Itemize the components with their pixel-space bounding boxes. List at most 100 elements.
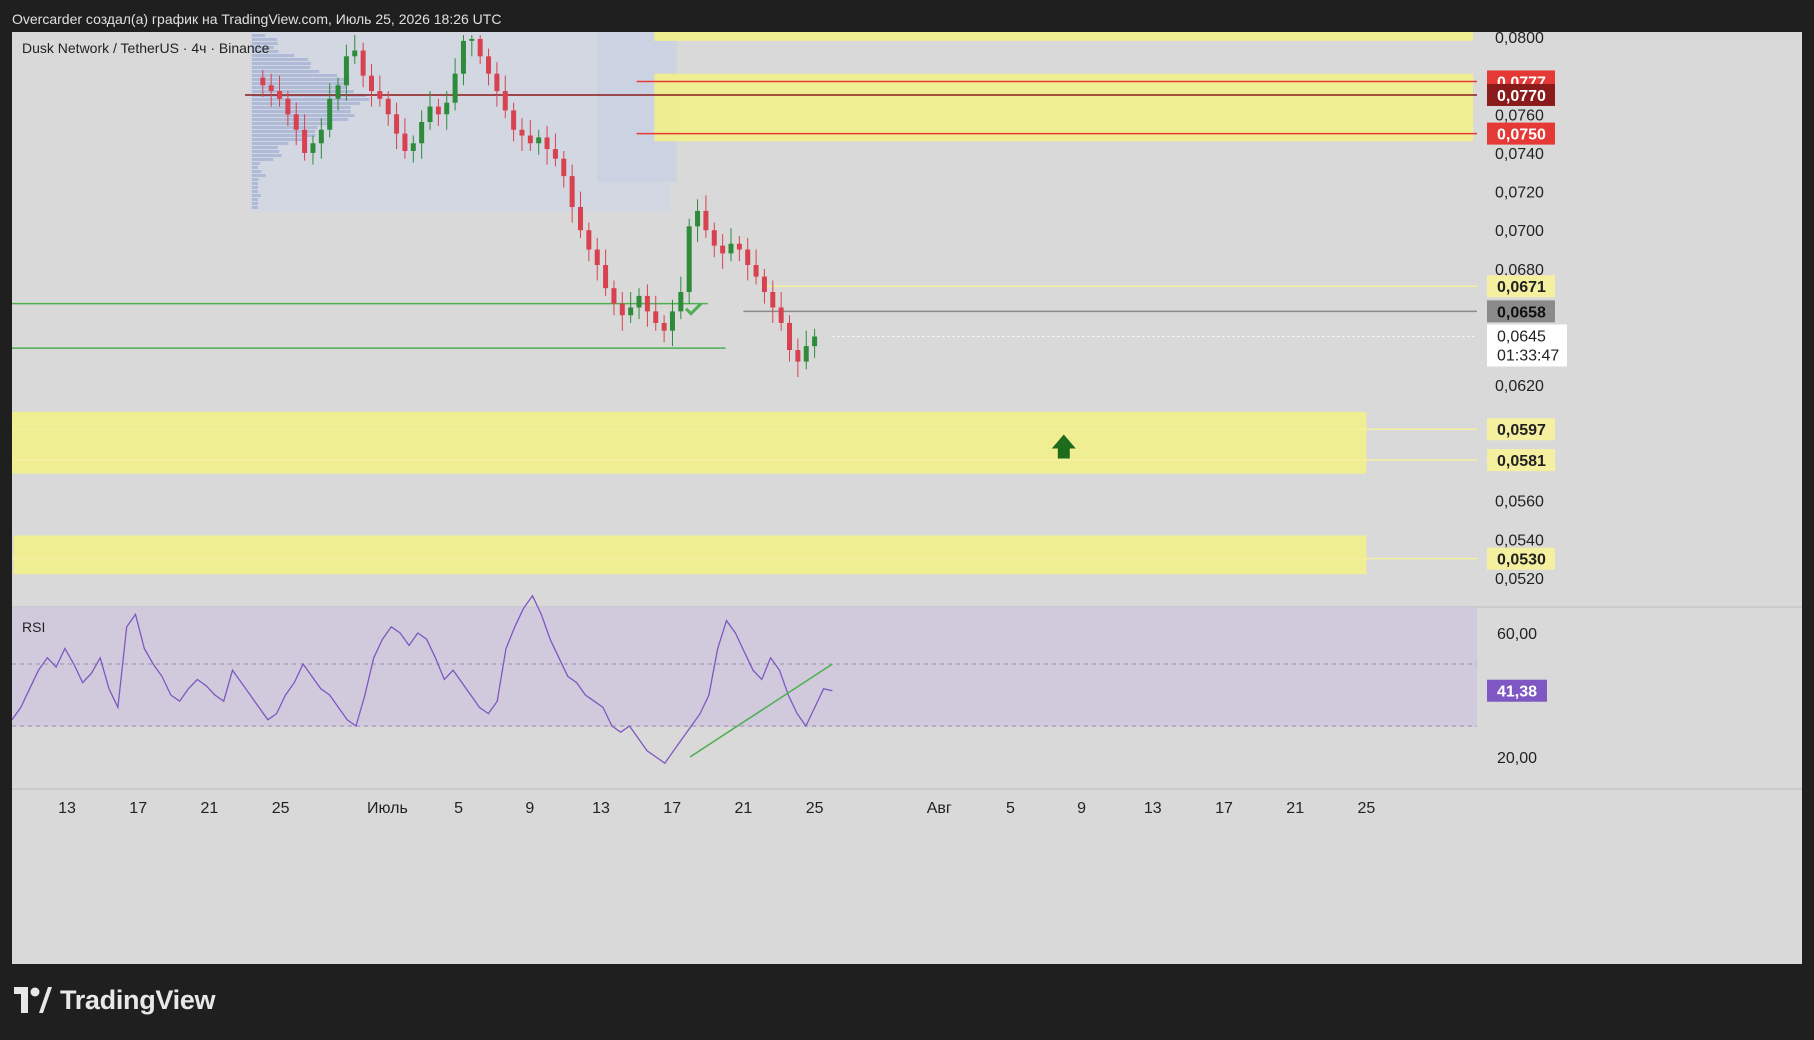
- price-badge-label: 0,0581: [1497, 453, 1546, 470]
- time-tick-label: 21: [735, 800, 753, 817]
- candle-body: [394, 114, 400, 134]
- candle-body: [511, 110, 517, 130]
- volume-profile-bar: [252, 114, 355, 117]
- rsi-tick-label: 60,00: [1497, 626, 1537, 643]
- volume-profile-bar: [252, 106, 351, 109]
- candle-body: [335, 85, 341, 99]
- candle-body: [603, 264, 609, 289]
- tradingview-brand[interactable]: TradingView: [14, 985, 216, 1015]
- volume-profile-bar: [252, 194, 261, 197]
- candle-body: [318, 129, 324, 144]
- resistance-zone: [654, 73, 1474, 142]
- candle-body: [770, 292, 776, 308]
- chart-svg[interactable]: 0,08000,07600,07400,07200,07000,06800,06…: [12, 32, 1802, 964]
- candle-body: [327, 98, 333, 130]
- candle-body: [410, 143, 416, 151]
- candle-body: [611, 288, 617, 304]
- price-badge-label: 0,0770: [1497, 88, 1546, 105]
- volume-profile-bar: [252, 138, 306, 141]
- candle-body: [293, 114, 299, 130]
- price-badge-label: 0,0750: [1497, 127, 1546, 144]
- candle-body: [728, 243, 734, 254]
- chart-frame[interactable]: 0,0800 0,0760 0,0740 0,0720 0,0700 0,0680 0,06…: [12, 32, 1802, 964]
- candle-body: [753, 264, 759, 277]
- price-tick-label: 0,0560: [1495, 494, 1544, 511]
- candle-body: [678, 292, 684, 312]
- volume-profile-bar: [252, 122, 332, 125]
- price-tick-label: 0,0760: [1495, 107, 1544, 124]
- volume-profile-bar: [252, 166, 258, 169]
- candle-body: [352, 50, 358, 57]
- volume-profile-bar: [252, 110, 351, 113]
- price-badge-label: 0,0597: [1497, 422, 1546, 439]
- candle-body: [519, 129, 525, 136]
- candle-body: [636, 295, 642, 308]
- support-zone-upper: [12, 411, 1367, 474]
- candle-body: [452, 73, 458, 103]
- chart-caption: Overcarder создал(а) график на TradingVi…: [12, 11, 502, 27]
- price-tick-label: 0,0520: [1495, 571, 1544, 588]
- time-tick-label: 17: [663, 800, 681, 817]
- time-tick-label: 13: [1144, 800, 1162, 817]
- candle-body: [343, 56, 349, 86]
- candle-body: [569, 176, 575, 208]
- candle-body: [285, 98, 291, 115]
- candle-body: [360, 50, 366, 76]
- price-badge-label: 0,0530: [1497, 552, 1546, 569]
- volume-profile-bar: [252, 182, 258, 185]
- candle-body: [302, 129, 308, 153]
- volume-profile-bar: [252, 34, 266, 37]
- candle-body: [695, 210, 701, 227]
- price-tick-label: 0,0620: [1495, 378, 1544, 395]
- chart-screenshot: Overcarder создал(а) график на TradingVi…: [0, 0, 1814, 1040]
- time-tick-label: 9: [1077, 800, 1086, 817]
- candle-body: [552, 149, 558, 159]
- volume-profile-bar: [252, 102, 361, 105]
- time-tick-label: Июль: [367, 800, 408, 817]
- volume-profile-bar: [252, 178, 259, 181]
- price-tick-label: 0,0800: [1495, 32, 1544, 47]
- candle-body: [745, 249, 751, 265]
- volume-profile-bar: [252, 202, 258, 205]
- time-tick-label: Авг: [927, 800, 952, 817]
- candle-body: [787, 322, 793, 351]
- candle-body: [536, 137, 542, 144]
- candle-body: [435, 106, 441, 115]
- candle-body: [736, 243, 742, 250]
- candle-body: [761, 276, 767, 293]
- candle-body: [594, 249, 600, 265]
- rsi-band: [12, 607, 1477, 727]
- candle-body: [419, 122, 425, 144]
- candle-body: [644, 295, 650, 312]
- candle-body: [277, 91, 283, 99]
- price-axis[interactable]: 0,08000,07600,07400,07200,07000,06800,06…: [1487, 32, 1567, 767]
- rsi-tick-label: 20,00: [1497, 750, 1537, 767]
- candle-body: [628, 307, 634, 316]
- volume-profile-bar: [252, 146, 278, 149]
- candle-body: [544, 137, 550, 150]
- candle-body: [561, 158, 567, 177]
- volume-profile-bar: [252, 126, 318, 129]
- volume-profile-bar: [252, 158, 274, 161]
- level-lines-layer: [12, 80, 1477, 560]
- support-zone-lower: [13, 535, 1367, 575]
- candle-body: [803, 346, 809, 362]
- candle-body: [795, 350, 801, 362]
- candle-body: [385, 98, 391, 115]
- candle-body: [686, 226, 692, 293]
- candle-body: [268, 85, 274, 92]
- symbol-title[interactable]: Dusk Network / TetherUS · 4ч · Binance: [22, 40, 270, 56]
- candle-body: [260, 77, 266, 86]
- volume-profile-bar: [252, 162, 260, 165]
- candle-body: [653, 311, 659, 323]
- volume-profile-bar: [252, 78, 350, 81]
- time-tick-label: 25: [1358, 800, 1376, 817]
- candle-body: [469, 38, 475, 41]
- price-tick-label: 0,0740: [1495, 146, 1544, 163]
- candle-body: [402, 133, 408, 151]
- time-axis[interactable]: 13 17 21 25 Июль 5 9 13 17 21 25 Авг 5 9 13 17 21 25: [58, 800, 1375, 817]
- volume-profile-bar: [252, 118, 349, 121]
- candle-body: [578, 207, 584, 231]
- countdown-label: 01:33:47: [1497, 347, 1559, 364]
- candle-body: [711, 230, 717, 246]
